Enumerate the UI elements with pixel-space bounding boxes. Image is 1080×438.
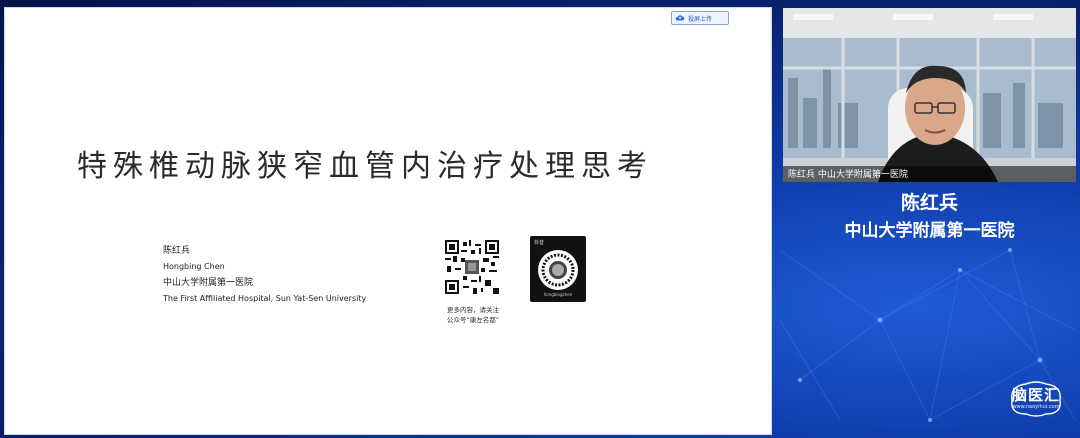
- brand-logo: 脑医汇 www.naoyihui.com: [1006, 380, 1066, 418]
- upload-label: 投屏上传: [688, 15, 713, 23]
- cloud-upload-icon: [675, 15, 685, 21]
- speaker-video-frame: [783, 8, 1076, 182]
- qr-caption-line2: 公众号“康左名都”: [446, 316, 500, 324]
- slide-title: 特殊椎动脉狭窄血管内治疗处理思考: [77, 149, 653, 184]
- speaker-video: 陈红兵 中山大学附属第一医院: [783, 8, 1076, 182]
- wechat-qr-code: [443, 238, 501, 296]
- presentation-slide: 投屏上传 特殊椎动脉狭窄血管内治疗处理思考 陈红兵 Hongbing Chen …: [4, 7, 772, 435]
- logo-url: www.naoyihui.com: [1012, 404, 1060, 410]
- douyin-code-icon: [539, 251, 577, 289]
- qr-caption-line1: 更多内容，请关注: [447, 306, 499, 314]
- speaker-organization: 中山大学附属第一医院: [844, 221, 1015, 241]
- logo-text: 脑医汇: [1011, 386, 1060, 404]
- hospital-name-en: The First Affiliated Hospital, Sun Yat-S…: [163, 294, 367, 303]
- qr-caption: 更多内容，请关注 公众号“康左名都”: [433, 305, 513, 325]
- hospital-name-cn: 中山大学附属第一医院: [163, 278, 254, 288]
- screen-upload-button[interactable]: 投屏上传: [671, 11, 729, 25]
- douyin-qr-card: 抖音 hongbingchen: [530, 236, 586, 302]
- video-caption: 陈红兵 中山大学附属第一医院: [788, 170, 908, 180]
- douyin-code-circle: [538, 250, 578, 290]
- author-name-cn: 陈红兵: [163, 246, 191, 256]
- author-name-en: Hongbing Chen: [163, 262, 225, 271]
- douyin-label: 抖音: [534, 240, 545, 246]
- author-block: 陈红兵 Hongbing Chen 中山大学附属第一医院 The First A…: [163, 243, 366, 307]
- douyin-id: hongbingchen: [543, 292, 573, 297]
- speaker-name: 陈红兵: [900, 192, 958, 214]
